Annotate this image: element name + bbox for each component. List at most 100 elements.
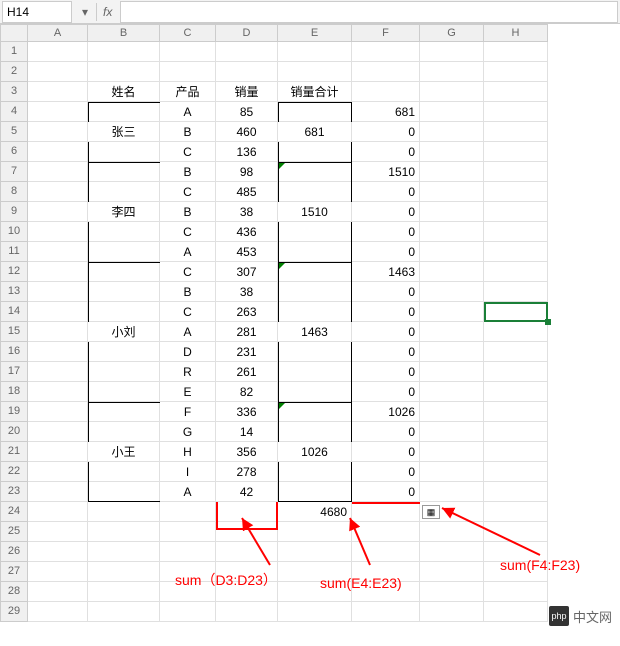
product-cell[interactable]: R: [160, 362, 216, 382]
formula-input[interactable]: [120, 1, 618, 23]
cell-A28[interactable]: [28, 582, 88, 602]
cell-H8[interactable]: [484, 182, 548, 202]
cell-H22[interactable]: [484, 462, 548, 482]
cell-G9[interactable]: [420, 202, 484, 222]
cell-A12[interactable]: [28, 262, 88, 282]
cell-C29[interactable]: [160, 602, 216, 622]
cell-C26[interactable]: [160, 542, 216, 562]
row-header-29[interactable]: 29: [0, 602, 28, 622]
cell-H10[interactable]: [484, 222, 548, 242]
cell-A29[interactable]: [28, 602, 88, 622]
cell-A8[interactable]: [28, 182, 88, 202]
sales-cell[interactable]: 436: [216, 222, 278, 242]
product-cell[interactable]: E: [160, 382, 216, 402]
col-header-G[interactable]: G: [420, 24, 484, 42]
row-header-7[interactable]: 7: [0, 162, 28, 182]
product-cell[interactable]: B: [160, 122, 216, 142]
cell-G20[interactable]: [420, 422, 484, 442]
name-cell[interactable]: 张三: [88, 122, 160, 142]
name-box[interactable]: H14: [2, 1, 72, 23]
cell-G17[interactable]: [420, 362, 484, 382]
cell-B28[interactable]: [88, 582, 160, 602]
subtotal-cell[interactable]: 681: [278, 122, 352, 142]
cell-A9[interactable]: [28, 202, 88, 222]
cell-D1[interactable]: [216, 42, 278, 62]
cell-H2[interactable]: [484, 62, 548, 82]
product-cell[interactable]: H: [160, 442, 216, 462]
cell-G1[interactable]: [420, 42, 484, 62]
cell-G12[interactable]: [420, 262, 484, 282]
aux-cell[interactable]: 1510: [352, 162, 420, 182]
cell-A6[interactable]: [28, 142, 88, 162]
cell-G5[interactable]: [420, 122, 484, 142]
name-cell[interactable]: 小王: [88, 442, 160, 462]
aux-cell[interactable]: 0: [352, 342, 420, 362]
row-header-22[interactable]: 22: [0, 462, 28, 482]
product-cell[interactable]: F: [160, 402, 216, 422]
header-sales[interactable]: 销量: [216, 82, 278, 102]
cell-H23[interactable]: [484, 482, 548, 502]
cell-B2[interactable]: [88, 62, 160, 82]
row-header-10[interactable]: 10: [0, 222, 28, 242]
cell-G6[interactable]: [420, 142, 484, 162]
cell-F1[interactable]: [352, 42, 420, 62]
sales-cell[interactable]: 231: [216, 342, 278, 362]
aux-cell[interactable]: 0: [352, 462, 420, 482]
row-header-21[interactable]: 21: [0, 442, 28, 462]
row-header-18[interactable]: 18: [0, 382, 28, 402]
row-header-2[interactable]: 2: [0, 62, 28, 82]
cell-G14[interactable]: [420, 302, 484, 322]
sales-cell[interactable]: 85: [216, 102, 278, 122]
row-header-3[interactable]: 3: [0, 82, 28, 102]
row-header-8[interactable]: 8: [0, 182, 28, 202]
cell-H16[interactable]: [484, 342, 548, 362]
cell-G7[interactable]: [420, 162, 484, 182]
cell-A23[interactable]: [28, 482, 88, 502]
product-cell[interactable]: D: [160, 342, 216, 362]
row-header-16[interactable]: 16: [0, 342, 28, 362]
sales-cell[interactable]: 336: [216, 402, 278, 422]
sales-cell[interactable]: 263: [216, 302, 278, 322]
cell-B29[interactable]: [88, 602, 160, 622]
cell-H3[interactable]: [484, 82, 548, 102]
cell-G11[interactable]: [420, 242, 484, 262]
col-header-B[interactable]: B: [88, 24, 160, 42]
fill-handle[interactable]: [545, 319, 551, 325]
row-header-12[interactable]: 12: [0, 262, 28, 282]
cell-B27[interactable]: [88, 562, 160, 582]
cell-G21[interactable]: [420, 442, 484, 462]
aux-cell[interactable]: 0: [352, 242, 420, 262]
product-cell[interactable]: A: [160, 102, 216, 122]
subtotal-cell[interactable]: 1463: [278, 322, 352, 342]
cell-A27[interactable]: [28, 562, 88, 582]
cell-G18[interactable]: [420, 382, 484, 402]
aux-cell[interactable]: 0: [352, 182, 420, 202]
sales-cell[interactable]: 261: [216, 362, 278, 382]
cell-A4[interactable]: [28, 102, 88, 122]
row-header-5[interactable]: 5: [0, 122, 28, 142]
sales-cell[interactable]: 38: [216, 202, 278, 222]
product-cell[interactable]: C: [160, 142, 216, 162]
cell-A7[interactable]: [28, 162, 88, 182]
product-cell[interactable]: C: [160, 182, 216, 202]
header-subtotal[interactable]: 销量合计: [278, 82, 352, 102]
aux-cell[interactable]: 0: [352, 422, 420, 442]
cell-A14[interactable]: [28, 302, 88, 322]
col-header-F[interactable]: F: [352, 24, 420, 42]
col-header-A[interactable]: A: [28, 24, 88, 42]
cell-D29[interactable]: [216, 602, 278, 622]
product-cell[interactable]: G: [160, 422, 216, 442]
cell-B24[interactable]: [88, 502, 160, 522]
cell-G4[interactable]: [420, 102, 484, 122]
aux-cell[interactable]: 0: [352, 202, 420, 222]
cell-H21[interactable]: [484, 442, 548, 462]
product-cell[interactable]: B: [160, 162, 216, 182]
cell-H17[interactable]: [484, 362, 548, 382]
cell-A19[interactable]: [28, 402, 88, 422]
aux-cell[interactable]: 0: [352, 142, 420, 162]
sales-cell[interactable]: 14: [216, 422, 278, 442]
cell-A10[interactable]: [28, 222, 88, 242]
sales-cell[interactable]: 136: [216, 142, 278, 162]
cell-G13[interactable]: [420, 282, 484, 302]
cell-E29[interactable]: [278, 602, 352, 622]
